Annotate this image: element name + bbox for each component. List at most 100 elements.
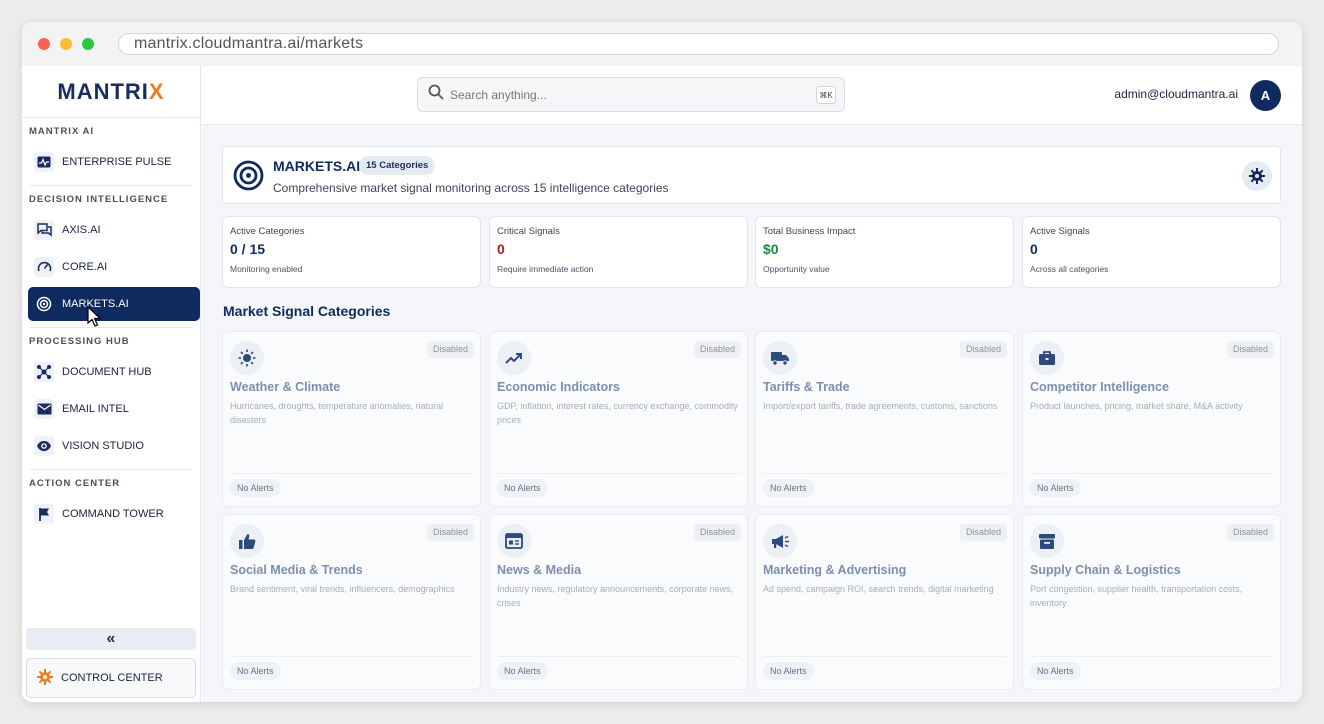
stat-card-critical-signals: Critical Signals 0 Require immediate act… [489,216,748,288]
logo-accent-x: X [148,78,165,104]
sidebar-item-label: DOCUMENT HUB [62,366,152,378]
search-box[interactable]: ⌘K [417,77,845,112]
status-badge: Disabled [959,524,1007,541]
eye-icon [34,436,54,456]
page-title: MARKETS.AI [273,158,361,174]
sidebar-item-email-intel[interactable]: EMAIL INTEL [28,392,200,426]
status-badge: Disabled [693,341,741,358]
category-description: Ad spend, campaign ROI, search trends, d… [763,584,994,594]
section-label-processing-hub: PROCESSING HUB [29,336,130,347]
card-divider [763,656,1006,657]
stat-label: Total Business Impact [763,226,856,237]
hub-icon [34,362,54,382]
sidebar-divider [30,469,192,470]
double-chevron-left-icon: « [106,630,116,647]
stat-value: 0 [497,241,505,257]
stat-value: $0 [763,241,779,257]
category-card-competitor[interactable]: Disabled Competitor Intelligence Product… [1022,331,1281,507]
mantrix-logo[interactable]: MANTRIX [22,66,200,118]
category-card-marketing[interactable]: Disabled Marketing & Advertising Ad spen… [755,514,1014,690]
alerts-badge: No Alerts [497,479,548,497]
status-badge: Disabled [1226,341,1274,358]
stat-label: Active Signals [1030,226,1090,237]
user-avatar[interactable]: A [1250,80,1281,111]
status-badge: Disabled [426,524,474,541]
stat-card-total-business-impact: Total Business Impact $0 Opportunity val… [755,216,1014,288]
maximize-window-button[interactable] [82,38,94,50]
sidebar-divider [30,327,192,328]
category-description: Import/export tariffs, trade agreements,… [763,401,998,411]
sidebar-item-document-hub[interactable]: DOCUMENT HUB [28,355,200,389]
close-window-button[interactable] [38,38,50,50]
stat-subtext: Monitoring enabled [230,264,303,274]
stat-label: Critical Signals [497,226,560,237]
trend-up-icon [497,341,531,375]
card-divider [1030,473,1273,474]
category-card-economic[interactable]: Disabled Economic Indicators GDP, inflat… [489,331,748,507]
stat-card-active-signals: Active Signals 0 Across all categories [1022,216,1281,288]
category-card-supply-chain[interactable]: Disabled Supply Chain & Logistics Port c… [1022,514,1281,690]
sidebar-item-axis-ai[interactable]: AXIS.AI [28,213,200,247]
sidebar-item-label: ENTERPRISE PULSE [62,156,172,168]
sidebar-item-vision-studio[interactable]: VISION STUDIO [28,429,200,463]
sidebar-item-enterprise-pulse[interactable]: ENTERPRISE PULSE [28,145,200,179]
stat-value: 0 [1030,241,1038,257]
control-center-label: CONTROL CENTER [61,672,163,684]
category-name: Marketing & Advertising [763,563,907,577]
minimize-window-button[interactable] [60,38,72,50]
card-divider [1030,656,1273,657]
category-description: Industry news, regulatory announcements,… [497,584,734,608]
category-name: Social Media & Trends [230,563,363,577]
alerts-badge: No Alerts [763,662,814,680]
collapse-sidebar-button[interactable]: « [26,628,196,650]
sidebar: MANTRIX MANTRIX AI ENTERPRISE PULSE DECI… [22,66,201,702]
markets-header-card: MARKETS.AI 15 Categories Comprehensive m… [222,146,1281,204]
category-card-tariffs[interactable]: Disabled Tariffs & Trade Import/export t… [755,331,1014,507]
logo-text: MANTRI [57,78,149,104]
mail-icon [34,399,54,419]
top-bar: ⌘K admin@cloudmantra.ai A [202,66,1302,125]
sidebar-item-label: EMAIL INTEL [62,403,129,415]
card-divider [497,656,740,657]
sun-icon [230,341,264,375]
status-badge: Disabled [426,341,474,358]
newspaper-icon [497,524,531,558]
sidebar-item-label: VISION STUDIO [62,440,144,452]
settings-button[interactable] [1242,161,1272,191]
card-divider [763,473,1006,474]
search-input[interactable] [450,87,790,102]
alerts-badge: No Alerts [763,479,814,497]
category-card-news[interactable]: Disabled News & Media Industry news, reg… [489,514,748,690]
briefcase-icon [1030,341,1064,375]
section-label-mantrix-ai: MANTRIX AI [29,126,95,137]
sidebar-item-markets-ai[interactable]: MARKETS.AI [28,287,200,321]
pulse-icon [34,152,54,172]
sidebar-item-command-tower[interactable]: COMMAND TOWER [28,497,200,531]
category-count-badge: 15 Categories [359,156,436,175]
chat-icon [34,220,54,240]
stat-subtext: Opportunity value [763,264,830,274]
megaphone-icon [763,524,797,558]
category-description: Product launches, pricing, market share,… [1030,401,1243,411]
alerts-badge: No Alerts [497,662,548,680]
thumbs-up-icon [230,524,264,558]
stat-subtext: Require immediate action [497,264,594,274]
section-label-decision-intelligence: DECISION INTELLIGENCE [29,194,169,205]
category-name: Competitor Intelligence [1030,380,1169,394]
search-icon [428,84,444,105]
sidebar-item-label: COMMAND TOWER [62,508,164,520]
gear-icon [37,668,53,688]
category-card-social-media[interactable]: Disabled Social Media & Trends Brand sen… [222,514,481,690]
address-bar[interactable]: mantrix.cloudmantra.ai/markets [118,33,1279,55]
stat-label: Active Categories [230,226,305,237]
category-description: Port congestion, supplier health, transp… [1030,584,1243,608]
sidebar-item-core-ai[interactable]: CORE.AI [28,250,200,284]
control-center-button[interactable]: CONTROL CENTER [26,658,196,698]
category-description: GDP, inflation, interest rates, currency… [497,401,738,425]
category-card-weather[interactable]: Disabled Weather & Climate Hurricanes, d… [222,331,481,507]
category-description: Brand sentiment, viral trends, influence… [230,584,455,594]
alerts-badge: No Alerts [230,662,281,680]
sidebar-divider [30,185,192,186]
gauge-icon [34,257,54,277]
truck-icon [763,341,797,375]
